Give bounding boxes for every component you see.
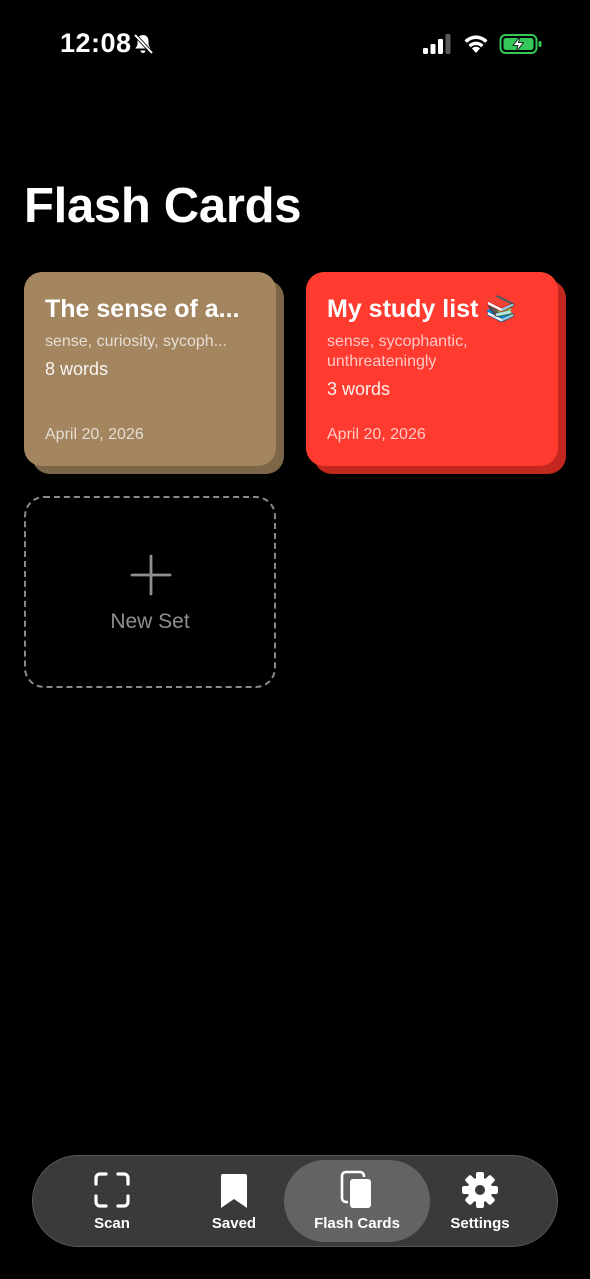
- new-set-label: New Set: [110, 610, 190, 633]
- new-set-button[interactable]: New Set: [24, 496, 276, 688]
- card-date: April 20, 2026: [45, 426, 144, 443]
- status-bar: 12:08: [0, 0, 590, 90]
- status-time: 12:08: [60, 28, 132, 58]
- plus-icon: [130, 554, 172, 596]
- flash-card-set-2[interactable]: My study list 📚 sense, sycophantic, unth…: [306, 272, 566, 474]
- flash-card-set-1[interactable]: The sense of a... sense, curiosity, syco…: [24, 272, 284, 474]
- wifi-icon: [464, 35, 488, 53]
- gear-icon: [462, 1172, 498, 1208]
- bookmark-icon: [221, 1174, 247, 1208]
- signal-icon: [423, 34, 451, 54]
- card-face: My study list 📚 sense, sycophantic, unth…: [306, 272, 558, 466]
- cards-icon: [340, 1170, 373, 1210]
- tab-settings[interactable]: Settings: [407, 1160, 553, 1242]
- card-title: The sense of a...: [45, 295, 240, 323]
- tab-label: Settings: [450, 1215, 510, 1232]
- scan-icon: [94, 1172, 130, 1208]
- card-date: April 20, 2026: [327, 426, 426, 443]
- page-title: Flash Cards: [24, 179, 302, 233]
- card-title: My study list 📚: [327, 295, 517, 323]
- card-words-preview: sense, curiosity, sycoph...: [45, 333, 227, 350]
- battery-charging-icon: [499, 34, 542, 54]
- card-word-count: 8 words: [45, 359, 109, 379]
- card-face: The sense of a... sense, curiosity, syco…: [24, 272, 276, 466]
- tab-bar: Scan Saved Flash Cards Settings: [32, 1155, 558, 1247]
- card-word-count: 3 words: [327, 379, 391, 399]
- bell-slash-icon: [133, 33, 154, 55]
- card-words-preview: sense, sycophantic, unthreateningly: [327, 333, 468, 370]
- flash-cards-screen: 12:08 Flash Cards The sense of a... sens…: [0, 0, 590, 1279]
